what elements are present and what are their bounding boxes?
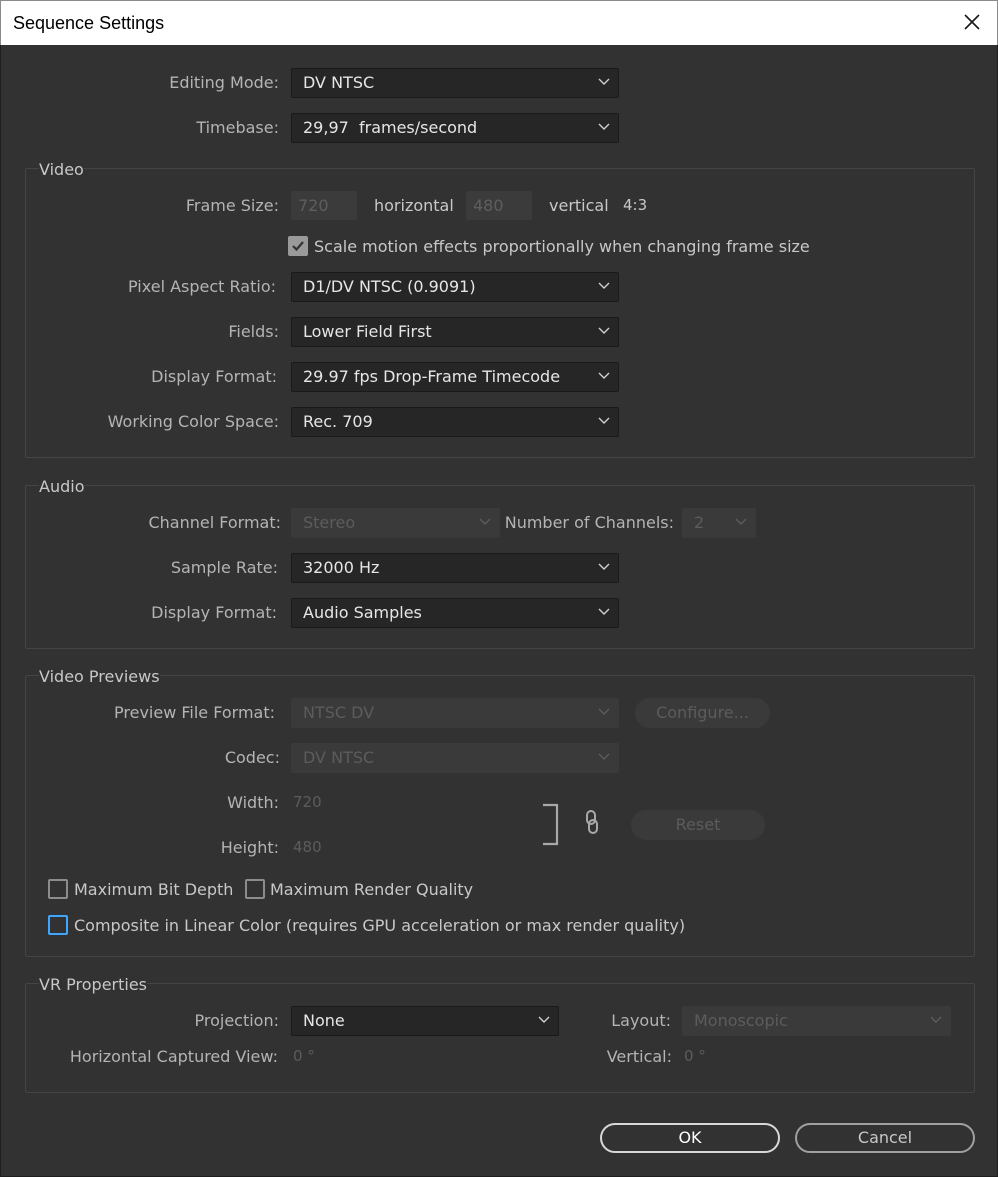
- pixel-aspect-ratio-label: Pixel Aspect Ratio:: [128, 277, 276, 296]
- configure-button: Configure...: [635, 698, 770, 728]
- scale-motion-checkbox[interactable]: [288, 236, 308, 256]
- audio-display-format-value: Audio Samples: [303, 603, 422, 622]
- preview-height-label: Height:: [220, 838, 279, 857]
- vertical-view-label: Vertical:: [606, 1047, 672, 1066]
- vr-properties-group: [25, 983, 975, 1093]
- sample-rate-dropdown[interactable]: 32000 Hz: [291, 553, 619, 583]
- pixel-aspect-ratio-value: D1/DV NTSC (0.9091): [303, 277, 476, 296]
- pixel-aspect-ratio-dropdown[interactable]: D1/DV NTSC (0.9091): [291, 272, 619, 302]
- preview-width-label: Width:: [227, 793, 279, 812]
- projection-label: Projection:: [194, 1011, 279, 1030]
- preview-file-format-label: Preview File Format:: [114, 703, 275, 722]
- chevron-down-icon: [598, 563, 610, 570]
- reset-button: Reset: [631, 810, 765, 840]
- aspect-ratio-value: 4:3: [623, 196, 648, 214]
- chevron-down-icon: [598, 123, 610, 130]
- video-previews-group-label: Video Previews: [39, 667, 160, 686]
- link-chain-icon: [586, 810, 598, 834]
- video-display-format-value: 29.97 fps Drop-Frame Timecode: [303, 367, 561, 386]
- max-bit-depth-label: Maximum Bit Depth: [74, 880, 234, 899]
- max-render-quality-checkbox[interactable]: [245, 879, 265, 899]
- timebase-value: 29,97 frames/second: [303, 118, 478, 137]
- sample-rate-label: Sample Rate:: [170, 558, 278, 577]
- frame-size-label: Frame Size:: [185, 196, 279, 215]
- preview-file-format-dropdown: NTSC DV: [291, 698, 619, 728]
- number-of-channels-label: Number of Channels:: [504, 513, 674, 532]
- horizontal-captured-view-label: Horizontal Captured View:: [69, 1047, 278, 1066]
- close-icon[interactable]: [961, 11, 983, 33]
- fields-value: Lower Field First: [303, 322, 432, 341]
- frame-height-field: 480: [466, 191, 532, 220]
- working-color-space-value: Rec. 709: [303, 412, 373, 431]
- preview-width-value: 720: [293, 793, 322, 811]
- audio-group-label: Audio: [39, 477, 85, 496]
- scale-motion-label: Scale motion effects proportionally when…: [314, 237, 810, 256]
- display-format-label: Display Format:: [151, 367, 277, 386]
- fields-dropdown[interactable]: Lower Field First: [291, 317, 619, 347]
- max-bit-depth-checkbox[interactable]: [48, 879, 68, 899]
- chevron-down-icon: [479, 518, 491, 525]
- channel-format-value: Stereo: [303, 513, 356, 532]
- chevron-down-icon: [598, 282, 610, 289]
- preview-file-format-value: NTSC DV: [303, 703, 375, 722]
- video-group-label: Video: [39, 160, 84, 179]
- chevron-down-icon: [598, 608, 610, 615]
- chevron-down-icon: [735, 518, 747, 525]
- bracket-icon: [543, 803, 559, 846]
- composite-linear-label: Composite in Linear Color (requires GPU …: [74, 916, 686, 935]
- codec-dropdown: DV NTSC: [291, 743, 619, 773]
- layout-label: Layout:: [611, 1011, 671, 1030]
- codec-value: DV NTSC: [303, 748, 375, 767]
- layout-dropdown: Monoscopic: [682, 1006, 951, 1036]
- editing-mode-value: DV NTSC: [303, 73, 375, 92]
- number-of-channels-dropdown: 2: [682, 508, 756, 538]
- timebase-label: Timebase:: [196, 118, 279, 137]
- chevron-down-icon: [930, 1016, 942, 1023]
- number-of-channels-value: 2: [694, 513, 705, 532]
- chevron-down-icon: [598, 753, 610, 760]
- chevron-down-icon: [598, 708, 610, 715]
- title-bar: Sequence Settings: [0, 0, 998, 45]
- working-color-space-label: Working Color Space:: [107, 412, 279, 431]
- channel-format-dropdown: Stereo: [291, 508, 500, 538]
- chevron-down-icon: [538, 1016, 550, 1023]
- codec-label: Codec:: [224, 748, 280, 767]
- sample-rate-value: 32000 Hz: [303, 558, 380, 577]
- audio-display-format-label: Display Format:: [151, 603, 277, 622]
- audio-display-format-dropdown[interactable]: Audio Samples: [291, 598, 619, 628]
- chevron-down-icon: [598, 372, 610, 379]
- horizontal-label: horizontal: [374, 196, 454, 215]
- working-color-space-dropdown[interactable]: Rec. 709: [291, 407, 619, 437]
- frame-width-field: 720: [291, 191, 357, 220]
- max-render-quality-label: Maximum Render Quality: [270, 880, 474, 899]
- vertical-label: vertical: [549, 196, 609, 215]
- timebase-dropdown[interactable]: 29,97 frames/second: [291, 113, 619, 143]
- cancel-button[interactable]: Cancel: [795, 1123, 975, 1153]
- editing-mode-label: Editing Mode:: [169, 73, 279, 92]
- preview-height-value: 480: [293, 838, 322, 856]
- dialog-body: Editing Mode: DV NTSC Timebase: 29,97 fr…: [0, 45, 998, 1177]
- checkmark-icon: [292, 241, 304, 252]
- ok-button[interactable]: OK: [600, 1123, 780, 1153]
- channel-format-label: Channel Format:: [148, 513, 281, 532]
- vr-properties-group-label: VR Properties: [39, 975, 148, 994]
- fields-label: Fields:: [228, 322, 279, 341]
- composite-linear-checkbox[interactable]: [48, 915, 68, 935]
- projection-value: None: [303, 1011, 345, 1030]
- layout-value: Monoscopic: [694, 1011, 788, 1030]
- window-title: Sequence Settings: [13, 13, 165, 33]
- vertical-view-value: 0 °: [684, 1047, 706, 1065]
- horizontal-captured-view-value: 0 °: [293, 1047, 315, 1065]
- chevron-down-icon: [598, 327, 610, 334]
- editing-mode-dropdown[interactable]: DV NTSC: [291, 68, 619, 98]
- projection-dropdown[interactable]: None: [291, 1006, 559, 1036]
- video-display-format-dropdown[interactable]: 29.97 fps Drop-Frame Timecode: [291, 362, 619, 392]
- chevron-down-icon: [598, 78, 610, 85]
- chevron-down-icon: [598, 417, 610, 424]
